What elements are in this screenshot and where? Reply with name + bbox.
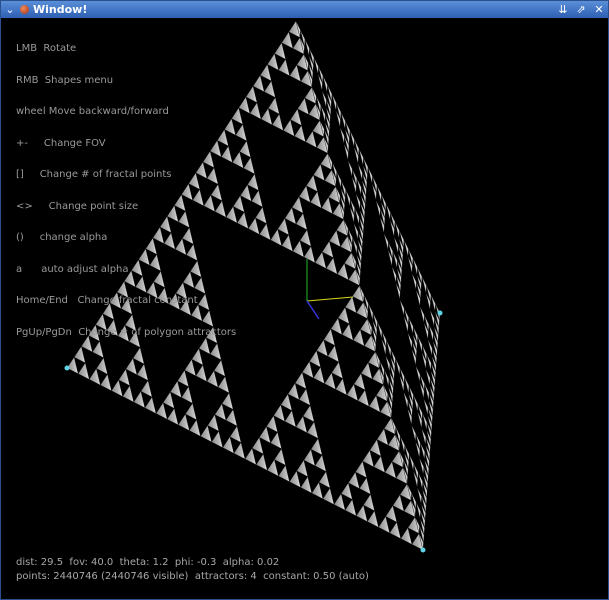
application-window: ⌄ Window! ⇊ ⇗ ✕ LMB Rotate RMB Shapes me… <box>0 0 609 600</box>
help-line: +- Change FOV <box>16 137 106 149</box>
attractor-point <box>64 365 70 371</box>
help-line: RMB Shapes menu <box>16 74 114 86</box>
title-bar-left: ⌄ Window! <box>4 1 87 18</box>
help-line: PgUp/PgDn Change # of polygon attractors <box>16 326 237 338</box>
help-line: wheel Move backward/forward <box>16 106 169 117</box>
help-line: () change alpha <box>16 232 108 243</box>
app-icon <box>20 5 29 14</box>
help-line: a auto adjust alpha <box>16 263 129 275</box>
status-line-1: dist: 29.5 fov: 40.0 theta: 1.2 phi: -0.… <box>16 557 280 568</box>
help-line: Home/End Change fractal constant <box>16 295 198 306</box>
attractor-point <box>437 310 443 316</box>
attractor-point <box>420 547 426 553</box>
help-line: [] Change # of fractal points <box>16 169 172 180</box>
help-overlay: LMB Rotate RMB Shapes menu wheel Move ba… <box>16 23 236 359</box>
minimize-icon[interactable]: ⇊ <box>557 3 569 16</box>
help-line: <> Change point size <box>16 200 139 212</box>
status-line-2: points: 2440746 (2440746 visible) attrac… <box>16 571 369 582</box>
title-bar-controls: ⇊ ⇗ ✕ <box>557 1 605 18</box>
close-icon[interactable]: ✕ <box>593 3 605 16</box>
window-title: Window! <box>33 3 88 16</box>
maximize-icon[interactable]: ⇗ <box>575 3 587 16</box>
window-menu-icon[interactable]: ⌄ <box>4 3 16 16</box>
title-bar[interactable]: ⌄ Window! ⇊ ⇗ ✕ <box>1 1 608 18</box>
help-line: LMB Rotate <box>16 43 77 54</box>
